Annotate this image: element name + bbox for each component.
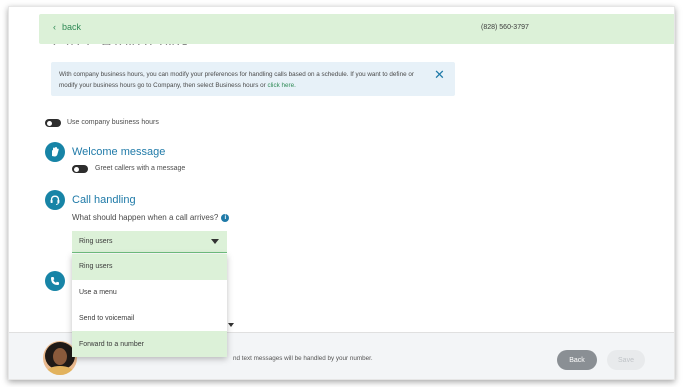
option-send-voicemail[interactable]: Send to voicemail: [72, 305, 227, 332]
phone-number: (828) 560-3797: [481, 24, 529, 31]
footer-text: nd text messages will be handled by your…: [233, 355, 373, 362]
top-bar: ‹ back (828) 560-3797: [39, 14, 674, 44]
option-forward-number[interactable]: Forward to a number: [72, 331, 227, 357]
back-link[interactable]: ‹ back: [53, 22, 81, 32]
call-handling-dropdown: Ring users Use a menu Send to voicemail …: [72, 254, 227, 357]
call-question-text: What should happen when a call arrives?: [72, 213, 219, 222]
voicemail-phone-icon: [45, 271, 65, 291]
info-banner: With company business hours, you can mod…: [51, 62, 455, 96]
welcome-message-title: Welcome message: [72, 146, 166, 158]
banner-text: With company business hours, you can mod…: [59, 69, 419, 91]
headset-icon: [45, 190, 65, 210]
business-hours-label: Use company business hours: [67, 119, 159, 126]
info-icon[interactable]: i: [221, 213, 230, 222]
caret-down-icon: [211, 239, 219, 244]
back-label: back: [62, 22, 82, 32]
select-value: Ring users: [79, 238, 113, 245]
hand-wave-icon: [45, 142, 65, 162]
back-button[interactable]: Back: [557, 350, 597, 370]
chevron-left-icon: ‹: [53, 22, 56, 32]
call-question: What should happen when a call arrives? …: [72, 213, 230, 222]
save-button[interactable]: Save: [607, 350, 645, 370]
business-hours-toggle[interactable]: [45, 119, 61, 127]
caret-down-icon: [228, 323, 234, 327]
option-ring-users[interactable]: Ring users: [72, 254, 227, 280]
option-use-menu[interactable]: Use a menu: [72, 279, 227, 306]
greet-callers-toggle[interactable]: [72, 165, 88, 173]
click-here-link[interactable]: click here.: [268, 82, 296, 89]
call-handling-title: Call handling: [72, 194, 136, 206]
close-icon[interactable]: ✕: [434, 68, 445, 81]
hidden-select-edge: [227, 320, 237, 328]
banner-message: With company business hours, you can mod…: [59, 71, 414, 89]
call-handling-select[interactable]: Ring users: [72, 231, 227, 253]
app-window: CALL HANDLING ‹ back (828) 560-3797 With…: [8, 6, 675, 380]
greet-callers-label: Greet callers with a message: [95, 165, 186, 172]
